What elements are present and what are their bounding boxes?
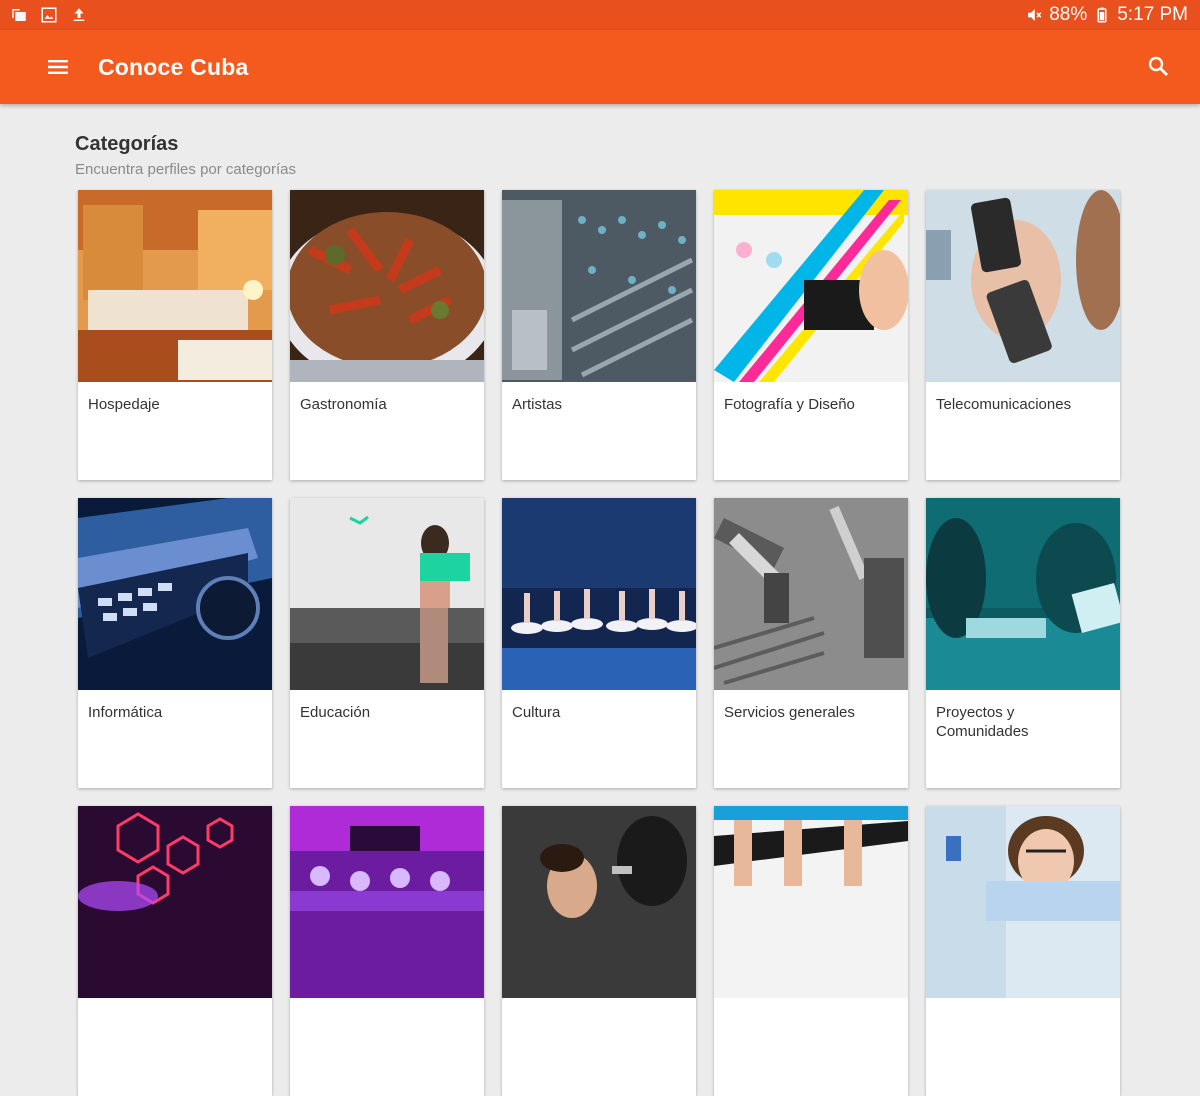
neon-lights-image bbox=[78, 806, 272, 998]
category-card-hospedaje[interactable]: Hospedaje bbox=[78, 190, 272, 480]
event-hall-image bbox=[290, 806, 484, 998]
image-icon bbox=[41, 7, 57, 23]
category-card-artistas[interactable]: Artistas bbox=[502, 190, 696, 480]
category-label: Cultura bbox=[512, 704, 561, 721]
section-subtitle: Encuentra perfiles por categorías bbox=[75, 161, 296, 178]
category-grid: Hospedaje Gastronomía Artistas Fotografí… bbox=[78, 190, 1122, 1096]
treadmill-runners-image bbox=[714, 806, 908, 998]
notification-icons bbox=[10, 6, 88, 24]
category-card-15[interactable] bbox=[926, 806, 1120, 1096]
category-label: Artistas bbox=[512, 396, 563, 413]
business-meeting-image bbox=[926, 498, 1120, 690]
status-right: 88% 5:17 PM bbox=[1025, 0, 1188, 30]
section-title: Categorías bbox=[75, 133, 179, 155]
category-label bbox=[926, 998, 1120, 1011]
category-card-11[interactable] bbox=[78, 806, 272, 1096]
category-card-13[interactable] bbox=[502, 806, 696, 1096]
smartphone-hands-image bbox=[926, 190, 1120, 382]
category-label: Gastronomía bbox=[300, 396, 387, 413]
notification-icon bbox=[12, 9, 26, 21]
hamburger-icon bbox=[48, 60, 68, 74]
category-label: Fotografía y Diseño bbox=[724, 396, 855, 413]
app-title: Conoce Cuba bbox=[98, 54, 249, 80]
tools-image bbox=[714, 498, 908, 690]
search-button[interactable] bbox=[1138, 46, 1178, 86]
color-print-image bbox=[714, 190, 908, 382]
hotel-room-image bbox=[78, 190, 272, 382]
search-icon bbox=[1148, 56, 1168, 76]
category-card-informatica[interactable]: Informática bbox=[78, 498, 272, 788]
category-card-fotografia-diseno[interactable]: Fotografía y Diseño bbox=[714, 190, 908, 480]
category-label: Informática bbox=[88, 704, 163, 721]
clock: 5:17 PM bbox=[1117, 4, 1188, 25]
category-label: Telecomunicaciones bbox=[936, 396, 1072, 413]
woman-reading-image bbox=[290, 498, 484, 690]
menu-button[interactable] bbox=[36, 45, 80, 89]
upload-icon bbox=[73, 8, 85, 21]
category-card-12[interactable] bbox=[290, 806, 484, 1096]
category-card-telecomunicaciones[interactable]: Telecomunicaciones bbox=[926, 190, 1120, 480]
category-label bbox=[714, 998, 908, 1011]
category-label: Educación bbox=[300, 704, 371, 721]
status-bar: 88% 5:17 PM bbox=[0, 0, 1200, 30]
category-label: Hospedaje bbox=[88, 396, 160, 413]
category-card-gastronomia[interactable]: Gastronomía bbox=[290, 190, 484, 480]
category-card-proyectos-comunidades[interactable]: Proyectos y Comunidades bbox=[926, 498, 1120, 788]
category-card-cultura[interactable]: Cultura bbox=[502, 498, 696, 788]
laptop-image bbox=[78, 498, 272, 690]
battery-icon bbox=[1097, 7, 1107, 23]
mute-icon bbox=[1028, 9, 1042, 21]
category-card-servicios-generales[interactable]: Servicios generales bbox=[714, 498, 908, 788]
category-label bbox=[502, 998, 696, 1011]
food-dish-image bbox=[290, 190, 484, 382]
category-label bbox=[78, 998, 272, 1011]
category-label: Servicios generales bbox=[724, 704, 855, 721]
app-bar: Conoce Cuba bbox=[0, 30, 1200, 104]
category-label: Proyectos y Comunidades bbox=[936, 704, 1029, 740]
category-card-14[interactable] bbox=[714, 806, 908, 1096]
mixing-console-image bbox=[502, 190, 696, 382]
category-label bbox=[290, 998, 484, 1011]
woman-glasses-image bbox=[926, 806, 1120, 998]
category-card-educacion[interactable]: Educación bbox=[290, 498, 484, 788]
ballet-image bbox=[502, 498, 696, 690]
makeup-artist-image bbox=[502, 806, 696, 998]
battery-percent: 88% bbox=[1049, 4, 1088, 25]
